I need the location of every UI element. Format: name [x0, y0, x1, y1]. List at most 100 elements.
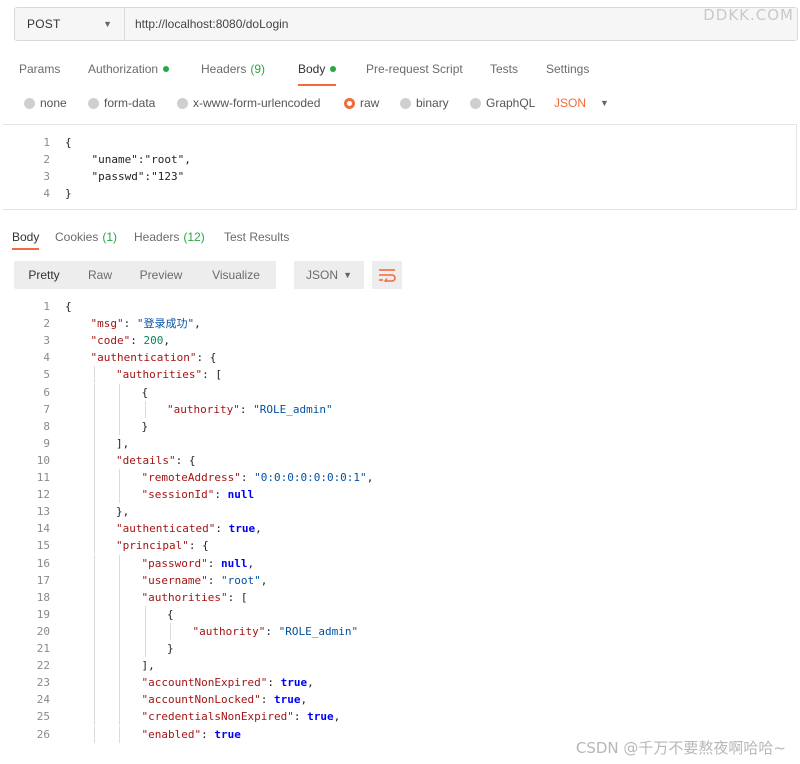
body-option-form-data[interactable]: form-data [88, 92, 155, 114]
request-body-editor[interactable]: 1{2 "uname":"root", 3 "passwd":"123" 4} [3, 124, 797, 210]
code-line: 7 "authority": "ROLE_admin" [3, 401, 793, 418]
response-tab-body[interactable]: Body [12, 224, 40, 250]
code-text: "authentication": { [91, 349, 217, 366]
line-number: 11 [36, 471, 50, 484]
code-line: 10 "details": { [3, 452, 793, 469]
code-token: true [228, 522, 256, 536]
code-token: "authorities" [141, 590, 228, 604]
code-line: 15 "principal": { [3, 537, 793, 554]
view-preview-button[interactable]: Preview [126, 261, 196, 289]
response-format-select[interactable]: JSON ▼ [294, 261, 364, 289]
request-tabs: Params Authorization Headers (9) Body Pre-req… [0, 52, 620, 86]
body-format-select[interactable]: JSON ▼ [554, 92, 609, 114]
code-token: "0:0:0:0:0:0:0:1" [254, 471, 367, 484]
code-line: 11 "remoteAddress": "0:0:0:0:0:0:0:1", [3, 469, 793, 486]
tab-params[interactable]: Params [19, 52, 60, 86]
line-number: 3 [43, 334, 50, 348]
view-visualize-button[interactable]: Visualize [196, 261, 276, 289]
body-option-raw[interactable]: raw [344, 92, 379, 114]
method-select[interactable]: POST ▼ [15, 8, 125, 40]
wrap-lines-icon [379, 269, 396, 282]
code-token: null [220, 556, 248, 570]
code-token: : [ [202, 368, 222, 382]
tab-settings[interactable]: Settings [546, 52, 589, 86]
code-token: "ROLE_admin" [253, 402, 333, 416]
response-tab-test-results[interactable]: Test Results [224, 224, 289, 250]
tab-label: Headers [134, 230, 180, 244]
line-number: 4 [43, 187, 50, 200]
indent-guide [93, 554, 95, 572]
code-text: "accountNonExpired": true, [142, 674, 314, 691]
code-text: "authority": "ROLE_admin" [167, 401, 333, 418]
tab-count: (9) [250, 62, 266, 76]
body-option-binary[interactable]: binary [400, 92, 449, 114]
code-line: 3 "passwd":"123" [3, 168, 793, 185]
body-option-label: GraphQL [486, 96, 536, 110]
indent-guide [119, 486, 120, 504]
tab-body[interactable]: Body [298, 52, 337, 86]
line-number: 17 [36, 573, 50, 587]
indent-guide [144, 400, 146, 418]
response-tab-headers[interactable]: Headers (12) [134, 224, 205, 250]
indent-guide [119, 383, 120, 401]
code-line: 19 { [3, 606, 793, 623]
code-text: { [65, 298, 72, 315]
radio-icon [400, 97, 411, 109]
code-text: "credentialsNonExpired": true, [142, 708, 341, 725]
body-option-label: raw [360, 96, 380, 110]
indent-guide [119, 622, 120, 640]
view-pretty-button[interactable]: Pretty [14, 261, 74, 289]
tab-authorization[interactable]: Authorization [88, 52, 170, 86]
code-token: }, [116, 505, 130, 519]
code-token: { [65, 300, 72, 313]
tab-pre-request-script[interactable]: Pre-request Script [366, 52, 463, 86]
tab-tests[interactable]: Tests [490, 52, 518, 86]
code-text: "username": "root", [142, 572, 268, 589]
tab-label: Test Results [224, 230, 290, 244]
code-line: 20 "authority": "ROLE_admin" [3, 623, 793, 640]
code-token: "登录成功" [136, 317, 195, 331]
indent-guide [144, 622, 146, 640]
code-line: 1{ [3, 298, 793, 315]
indent-guide [119, 657, 120, 675]
code-text: "principal": { [116, 537, 209, 554]
view-raw-button[interactable]: Raw [74, 261, 126, 289]
code-text: "msg": "登录成功", [91, 315, 201, 332]
body-option-label: x-www-form-urlencoded [193, 96, 321, 110]
chevron-down-icon: ▼ [103, 19, 112, 29]
code-token: : [130, 334, 144, 348]
wrap-lines-button[interactable] [372, 261, 402, 289]
code-token: : [214, 488, 228, 502]
code-text: "enabled": true [142, 726, 241, 743]
indent-guide [93, 725, 95, 743]
indent-guide [119, 554, 120, 572]
body-option-graphql[interactable]: GraphQL [470, 92, 535, 114]
code-token: , [333, 710, 341, 724]
code-token: true [280, 676, 308, 690]
code-text: "passwd":"123" [65, 170, 185, 183]
line-number: 21 [36, 642, 50, 655]
code-token: "principal" [116, 539, 189, 553]
indent-guide [93, 417, 95, 435]
indent-guide [93, 622, 95, 640]
line-number: 1 [43, 136, 50, 149]
body-option-none[interactable]: none [24, 92, 67, 114]
response-tab-cookies[interactable]: Cookies (1) [55, 224, 117, 250]
indent-guide [119, 674, 120, 692]
radio-icon [177, 97, 188, 109]
code-token: } [167, 642, 174, 655]
code-line: 18 "authorities": [ [3, 589, 793, 606]
url-input[interactable]: http://localhost:8080/doLogin [125, 8, 797, 40]
code-line: 6{ [3, 384, 793, 401]
indent-guide [119, 417, 120, 435]
response-body-viewer[interactable]: 1{2 "msg": "登录成功", 3 "code": 200, 4 "authenti… [3, 297, 800, 764]
code-text: } [142, 418, 149, 435]
code-line: 8} [3, 418, 793, 435]
body-option-x-www-form-urlencoded[interactable]: x-www-form-urlencoded [177, 92, 320, 114]
body-mode-options: none form-data x-www-form-urlencoded raw bin… [0, 92, 620, 114]
code-token: : [293, 710, 308, 724]
code-line: 2 "msg": "登录成功", [3, 315, 793, 332]
code-line: 21} [3, 640, 793, 657]
tab-headers[interactable]: Headers (9) [201, 52, 265, 86]
code-text: } [65, 187, 72, 200]
